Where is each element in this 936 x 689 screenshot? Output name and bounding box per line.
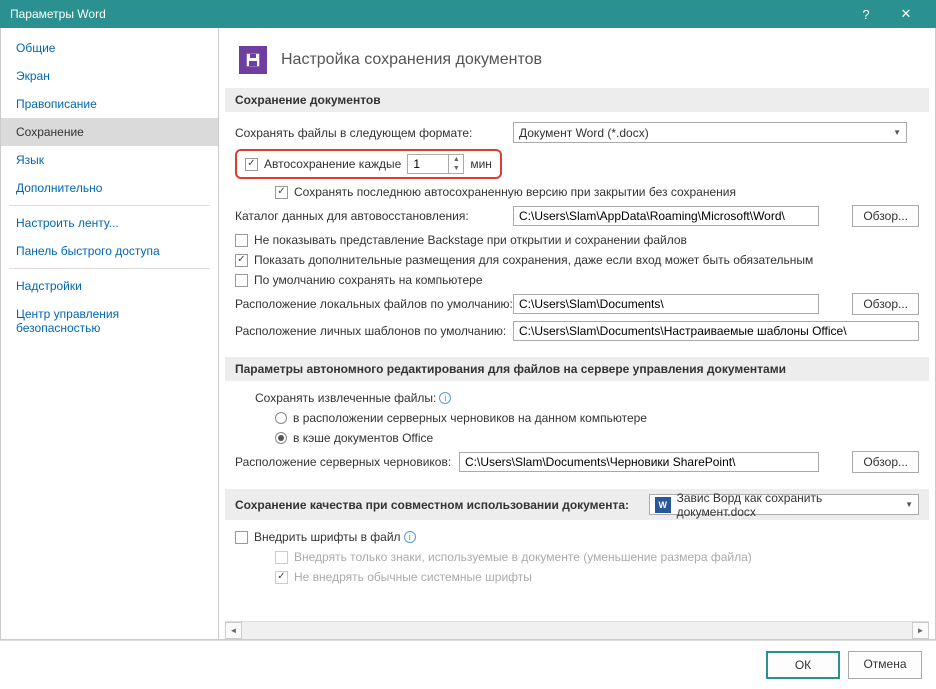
quality-header-text: Сохранение качества при совместном испол… <box>235 498 629 512</box>
server-drafts-path-input[interactable] <box>459 452 819 472</box>
embed-fonts-checkbox[interactable] <box>235 531 248 544</box>
help-button[interactable]: ? <box>846 0 886 28</box>
autosave-minutes-input[interactable] <box>408 157 448 171</box>
page-header: Настройка сохранения документов <box>219 28 935 88</box>
embed-chars-only-label: Внедрять только знаки, используемые в до… <box>294 550 752 564</box>
browse-local-files-button[interactable]: Обзор... <box>852 293 919 315</box>
radio-office-cache[interactable] <box>275 432 287 444</box>
document-select-value: Завис Ворд как сохранить документ.docx <box>677 491 899 519</box>
info-icon[interactable]: i <box>404 531 416 543</box>
section-header-offline: Параметры автономного редактирования для… <box>225 357 929 381</box>
local-files-path-input[interactable] <box>513 294 819 314</box>
cancel-button[interactable]: Отмена <box>848 651 922 679</box>
content-pane: Настройка сохранения документов Сохранен… <box>219 28 935 639</box>
sidebar-item[interactable]: Сохранение <box>1 118 218 146</box>
close-window-button[interactable]: ✕ <box>886 0 926 28</box>
no-backstage-checkbox[interactable] <box>235 234 248 247</box>
scroll-left-icon[interactable]: ◄ <box>225 622 242 639</box>
additional-places-label: Показать дополнительные размещения для с… <box>254 253 813 267</box>
radio-office-cache-label: в кэше документов Office <box>293 431 433 445</box>
chevron-down-icon: ▼ <box>905 500 913 509</box>
personal-templates-path-input[interactable] <box>513 321 919 341</box>
browse-server-drafts-button[interactable]: Обзор... <box>852 451 919 473</box>
spin-up-icon[interactable]: ▲ <box>449 155 463 164</box>
sidebar-item[interactable]: Надстройки <box>1 272 218 300</box>
save-extracted-label: Сохранять извлеченные файлы: <box>255 391 436 405</box>
autosave-minutes-spinner[interactable]: ▲ ▼ <box>407 154 464 174</box>
sidebar-item[interactable]: Настроить ленту... <box>1 209 218 237</box>
sidebar-item[interactable]: Панель быстрого доступа <box>1 237 218 265</box>
dialog-footer: ОК Отмена <box>0 640 936 689</box>
section-header-quality: Сохранение качества при совместном испол… <box>225 489 929 520</box>
format-label: Сохранять файлы в следующем формате: <box>235 126 513 140</box>
keep-last-autosave-label: Сохранять последнюю автосохраненную верс… <box>294 185 736 199</box>
no-backstage-label: Не показывать представление Backstage пр… <box>254 233 687 247</box>
radio-server-drafts-label: в расположении серверных черновиков на д… <box>293 411 647 425</box>
chevron-down-icon: ▼ <box>893 128 901 137</box>
embed-chars-only-checkbox <box>275 551 288 564</box>
spin-down-icon[interactable]: ▼ <box>449 164 463 173</box>
browse-autorecover-button[interactable]: Обзор... <box>852 205 919 227</box>
sidebar-separator <box>9 268 210 269</box>
ok-button[interactable]: ОК <box>766 651 840 679</box>
no-system-fonts-checkbox <box>275 571 288 584</box>
autosave-highlight: Автосохранение каждые ▲ ▼ мин <box>235 149 502 179</box>
default-to-pc-checkbox[interactable] <box>235 274 248 287</box>
server-drafts-label: Расположение серверных черновиков: <box>235 455 459 469</box>
sidebar-item[interactable]: Центр управления безопасностью <box>1 300 218 342</box>
sidebar-item[interactable]: Дополнительно <box>1 174 218 202</box>
titlebar: Параметры Word ? ✕ <box>0 0 936 28</box>
sidebar-item[interactable]: Язык <box>1 146 218 174</box>
radio-server-drafts[interactable] <box>275 412 287 424</box>
sidebar-item[interactable]: Общие <box>1 34 218 62</box>
sidebar-separator <box>9 205 210 206</box>
sidebar-item[interactable]: Правописание <box>1 90 218 118</box>
autorecover-label: Каталог данных для автовосстановления: <box>235 209 513 223</box>
autosave-checkbox[interactable] <box>245 158 258 171</box>
info-icon[interactable]: i <box>439 392 451 404</box>
horizontal-scrollbar[interactable]: ◄ ► <box>225 621 929 639</box>
scroll-right-icon[interactable]: ► <box>912 622 929 639</box>
word-doc-icon: W <box>655 497 671 513</box>
no-system-fonts-label: Не внедрять обычные системные шрифты <box>294 570 532 584</box>
section-header-save-docs: Сохранение документов <box>225 88 929 112</box>
autorecover-path-input[interactable] <box>513 206 819 226</box>
sidebar: ОбщиеЭкранПравописаниеСохранениеЯзыкДопо… <box>1 28 219 639</box>
default-to-pc-label: По умолчанию сохранять на компьютере <box>254 273 483 287</box>
personal-templates-label: Расположение личных шаблонов по умолчани… <box>235 324 513 338</box>
document-select[interactable]: W Завис Ворд как сохранить документ.docx… <box>649 494 919 515</box>
keep-last-autosave-checkbox[interactable] <box>275 186 288 199</box>
save-icon <box>239 46 267 74</box>
file-format-value: Документ Word (*.docx) <box>519 126 649 140</box>
autosave-label: Автосохранение каждые <box>264 157 401 171</box>
window-title: Параметры Word <box>10 7 846 21</box>
additional-places-checkbox[interactable] <box>235 254 248 267</box>
sidebar-item[interactable]: Экран <box>1 62 218 90</box>
page-title: Настройка сохранения документов <box>281 51 542 69</box>
local-files-label: Расположение локальных файлов по умолчан… <box>235 297 513 311</box>
embed-fonts-label: Внедрить шрифты в файл <box>254 530 401 544</box>
file-format-select[interactable]: Документ Word (*.docx) ▼ <box>513 122 907 143</box>
autosave-unit: мин <box>470 157 492 171</box>
